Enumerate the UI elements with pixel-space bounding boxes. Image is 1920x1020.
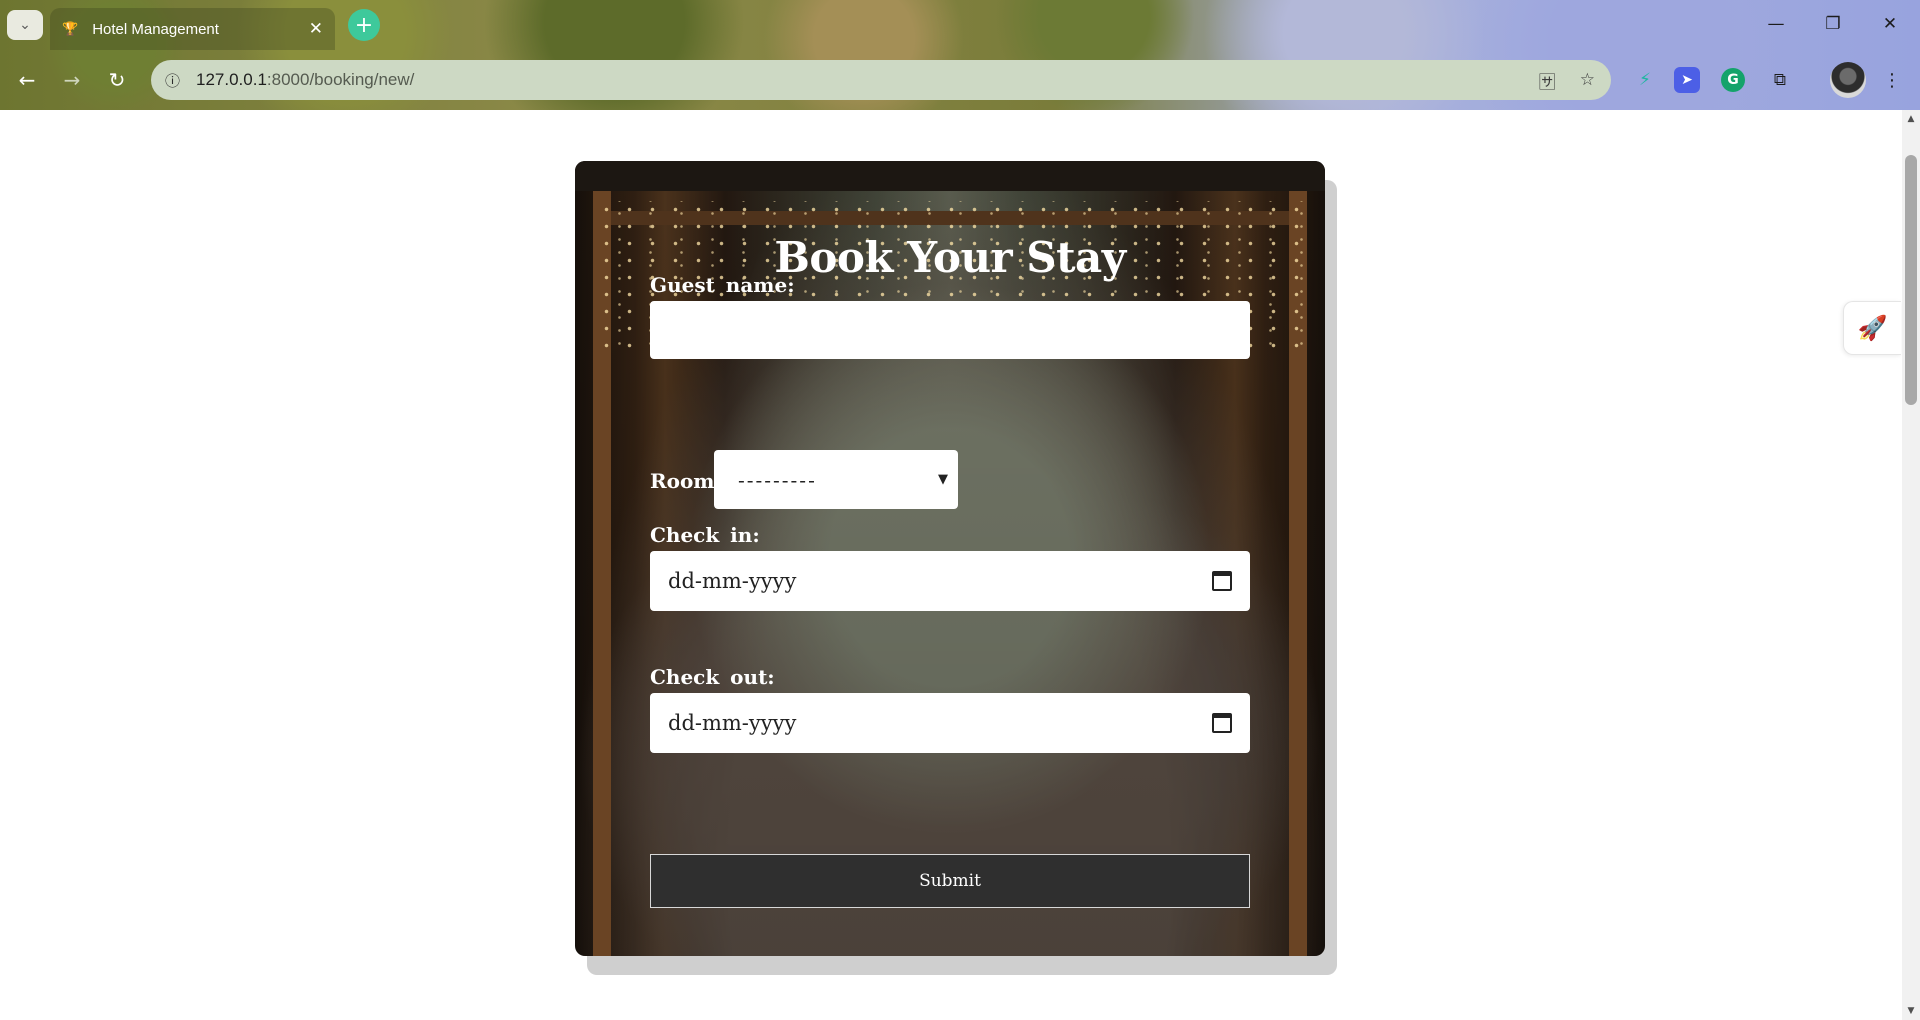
reload-icon: ↻ [108, 68, 126, 92]
guest-name-label: Guest name: [650, 273, 795, 297]
chevron-down-icon: ▼ [938, 472, 948, 487]
browser-toolbar: ← → ↻ ⓘ 127.0.0.1 :8000/booking/new/ 🈂 ☆… [0, 55, 1920, 105]
calendar-icon[interactable] [1212, 713, 1232, 733]
site-info-icon[interactable]: ⓘ [165, 70, 180, 91]
url-host: 127.0.0.1 [196, 70, 267, 89]
extensions-puzzle-icon[interactable]: ⧉ [1764, 64, 1796, 96]
tab-strip: ⌄ 🏆 Hotel Management ✕ + — ❐ ✕ [0, 0, 1920, 50]
arrow-left-icon: ← [18, 68, 36, 92]
profile-avatar[interactable] [1830, 62, 1866, 98]
tab-close-icon[interactable]: ✕ [309, 19, 323, 39]
address-bar[interactable]: ⓘ 127.0.0.1 :8000/booking/new/ 🈂 ☆ [151, 60, 1611, 100]
calendar-icon[interactable] [1212, 571, 1232, 591]
browser-menu-icon[interactable]: ⋮ [1882, 64, 1902, 96]
check-out-date-input[interactable]: dd-mm-yyyy [650, 693, 1250, 753]
back-button[interactable]: ← [10, 63, 44, 97]
check-in-date-input[interactable]: dd-mm-yyyy [650, 551, 1250, 611]
check-in-placeholder: dd-mm-yyyy [668, 569, 797, 593]
tab-favicon-icon: 🏆 [62, 21, 79, 36]
close-window-button[interactable]: ✕ [1872, 10, 1908, 38]
url-path: :8000/booking/new/ [266, 70, 415, 89]
bookmark-star-icon[interactable]: ☆ [1580, 70, 1595, 90]
page-scrollbar[interactable]: ▲ ▼ [1902, 110, 1920, 1020]
plus-icon: + [354, 12, 374, 38]
check-out-placeholder: dd-mm-yyyy [668, 711, 797, 735]
tab-title: Hotel Management [92, 20, 219, 38]
guest-name-input[interactable] [650, 301, 1250, 359]
tab-hotel-management[interactable]: 🏆 Hotel Management ✕ [50, 8, 335, 50]
scroll-thumb[interactable] [1905, 155, 1917, 405]
arrow-right-icon: → [63, 68, 81, 92]
scroll-down-arrow-icon[interactable]: ▼ [1902, 1002, 1920, 1020]
page-viewport: Book Your Stay Guest name: Room: -------… [0, 110, 1902, 1020]
submit-button[interactable]: Submit [650, 854, 1250, 908]
check-out-label: Check out: [650, 665, 775, 689]
minimize-button[interactable]: — [1758, 10, 1794, 38]
check-in-label: Check in: [650, 523, 760, 547]
reload-button[interactable]: ↻ [100, 63, 134, 97]
room-label: Room: [650, 469, 722, 493]
grammarly-icon[interactable]: G [1721, 68, 1745, 92]
chevron-down-icon: ⌄ [19, 17, 31, 33]
rocket-icon: 🚀 [1857, 314, 1888, 342]
restore-button[interactable]: ❐ [1815, 10, 1851, 38]
room-select[interactable]: --------- ▼ [714, 450, 958, 509]
extension-1-icon[interactable]: ⚡ [1629, 64, 1661, 96]
booking-form-card: Book Your Stay Guest name: Room: -------… [575, 161, 1325, 956]
new-tab-button[interactable]: + [348, 9, 380, 41]
tab-search-button[interactable]: ⌄ [7, 10, 43, 40]
scroll-up-arrow-icon[interactable]: ▲ [1902, 110, 1920, 128]
side-widget-button[interactable]: 🚀 [1843, 301, 1901, 355]
forward-button[interactable]: → [55, 63, 89, 97]
extension-2-icon[interactable]: ➤ [1674, 67, 1700, 93]
room-selected-value: --------- [738, 467, 817, 492]
browser-chrome: ⌄ 🏆 Hotel Management ✕ + — ❐ ✕ ← → ↻ ⓘ 1… [0, 0, 1920, 110]
translate-icon[interactable]: 🈂 [1539, 68, 1556, 93]
